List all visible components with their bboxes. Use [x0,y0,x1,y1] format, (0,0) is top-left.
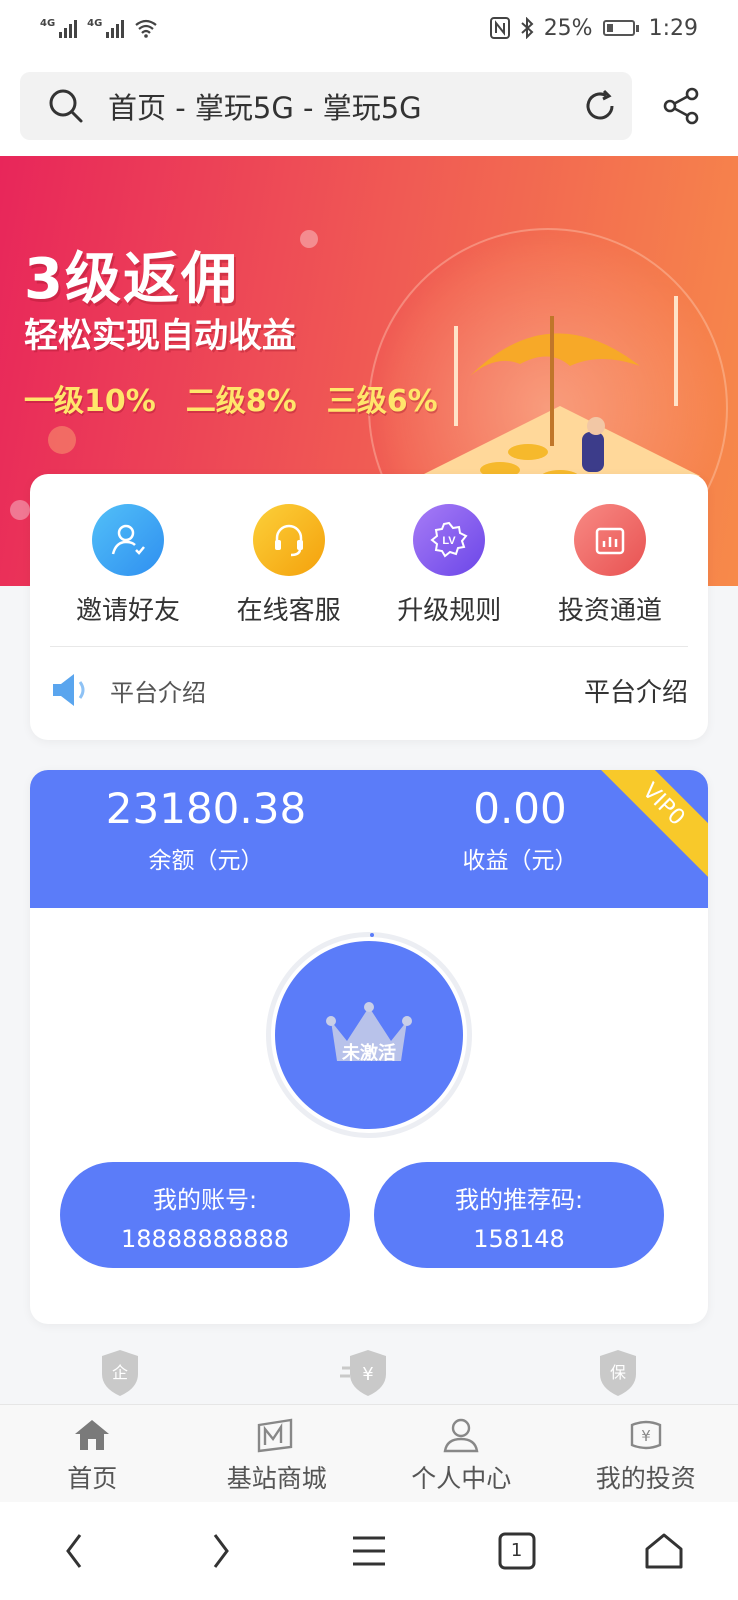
banner-sparkle [48,426,76,454]
account-label: 我的账号: [152,1186,258,1214]
nfc-icon [489,17,510,39]
menu-button[interactable] [339,1521,399,1581]
status-bar: 4G 4G 25% 1:29 [0,0,738,56]
back-button[interactable] [44,1521,104,1581]
url-bar[interactable]: 首页 - 掌玩5G - 掌玩5G [20,72,632,140]
level-1-rate: 一级10% [24,384,156,419]
customer-service-icon [252,504,325,576]
signal-icon: 4G [40,18,78,38]
search-icon[interactable] [48,88,84,124]
app-tab-bar: 首页 基站商城 个人中心 ¥ 我的投资 [0,1404,738,1502]
divider [50,646,688,647]
referral-label: 我的推荐码: [454,1186,584,1214]
page-title[interactable]: 首页 - 掌玩5G - 掌玩5G [108,85,582,127]
svg-text:企: 企 [112,1363,128,1382]
balance-label: 余额（元） [148,848,264,874]
tab-label: 我的投资 [595,1464,696,1493]
quick-menu-card: 邀请好友 在线客服 LV 升级规则 投资通道 平台介绍 平台介绍 [30,474,708,740]
menu-label: 升级规则 [397,596,502,626]
activation-status: 未激活 [342,1043,396,1064]
svg-text:LV: LV [443,535,457,547]
yuan-badge-icon: ¥ [340,1350,386,1396]
banner-headline: 3级返佣 [24,247,239,312]
account-value: 18888888888 [121,1225,289,1253]
refresh-icon[interactable] [582,88,618,124]
account-card: 23180.38 余额（元） 0.00 收益（元） VIP0 未激活 我的账号:… [30,770,708,1324]
menu-customer-service[interactable]: 在线客服 [211,504,367,627]
battery-percent: 25% [543,15,593,41]
enterprise-badge-icon: 企 [102,1350,138,1396]
tabs-button[interactable]: 1 [487,1521,547,1581]
notice-text: 平台介绍 [110,678,206,707]
home-nav-button[interactable] [634,1521,694,1581]
menu-label: 在线客服 [236,596,341,626]
signal-icon-2: 4G [87,18,125,38]
wifi-icon [135,19,158,38]
upgrade-rules-icon: LV [413,504,486,576]
banner-subline: 轻松实现自动收益 [24,316,296,356]
banner-sparkle [10,500,30,520]
tab-investment[interactable]: ¥ 我的投资 [554,1405,738,1502]
trust-badges: 企 ¥ 保 [0,1348,738,1404]
store-icon [257,1418,292,1453]
share-icon[interactable] [662,86,702,126]
banner-levels: 一级10% 二级8% 三级6% [24,376,438,420]
activation-ring[interactable]: 未激活 [266,932,472,1138]
tab-count: 1 [510,1540,523,1561]
tab-label: 基站商城 [226,1464,327,1493]
battery-icon [602,20,639,36]
tab-label: 个人中心 [411,1464,512,1493]
ring-progress-dot [370,933,374,937]
balance-value: 23180.38 [105,784,307,833]
tab-home[interactable]: 首页 [0,1405,185,1502]
chevron-right-icon [214,1534,230,1568]
bluetooth-icon [521,17,534,39]
menu-label: 邀请好友 [75,596,180,626]
my-account-pill[interactable]: 我的账号: 18888888888 [60,1162,350,1268]
investment-icon: ¥ [630,1420,661,1450]
menu-label: 投资通道 [557,596,662,626]
menu-invite-friends[interactable]: 邀请好友 [50,504,206,627]
referral-value: 158148 [473,1225,565,1253]
svg-text:¥: ¥ [641,1427,651,1445]
user-icon [443,1418,479,1453]
notice-link[interactable]: 平台介绍 [584,672,688,709]
account-header: 23180.38 余额（元） 0.00 收益（元） VIP0 [30,770,708,908]
forward-button[interactable] [191,1521,251,1581]
network-type-1: 4G [40,18,56,29]
svg-text:保: 保 [610,1363,626,1382]
tab-label: 首页 [67,1464,118,1493]
income-label: 收益（元） [462,848,578,874]
hamburger-icon [352,1536,385,1566]
network-type-2: 4G [87,18,103,29]
invite-friend-icon [92,504,164,576]
investment-channel-icon [573,504,646,576]
browser-nav-bar: 1 [0,1502,738,1600]
referral-code-pill[interactable]: 我的推荐码: 158148 [374,1162,664,1268]
svg-text:¥: ¥ [362,1364,373,1385]
home-icon [75,1420,110,1450]
speaker-icon [53,674,85,706]
activation-button[interactable]: 未激活 [275,941,463,1129]
clock: 1:29 [648,15,698,41]
insurance-badge-icon: 保 [600,1350,636,1396]
tab-store[interactable]: 基站商城 [185,1405,370,1502]
menu-investment-channel[interactable]: 投资通道 [532,504,688,627]
home-outline-icon [645,1533,683,1569]
menu-upgrade-rules[interactable]: LV 升级规则 [371,504,527,627]
balance-stat: 23180.38 余额（元） [46,784,366,875]
platform-notice[interactable]: 平台介绍 平台介绍 [50,660,688,720]
chevron-left-icon [65,1534,81,1568]
banner-sparkle [300,230,318,248]
tab-profile[interactable]: 个人中心 [369,1405,554,1502]
browser-address-bar: 首页 - 掌玩5G - 掌玩5G [0,56,738,156]
level-2-rate: 二级8% [185,384,297,419]
